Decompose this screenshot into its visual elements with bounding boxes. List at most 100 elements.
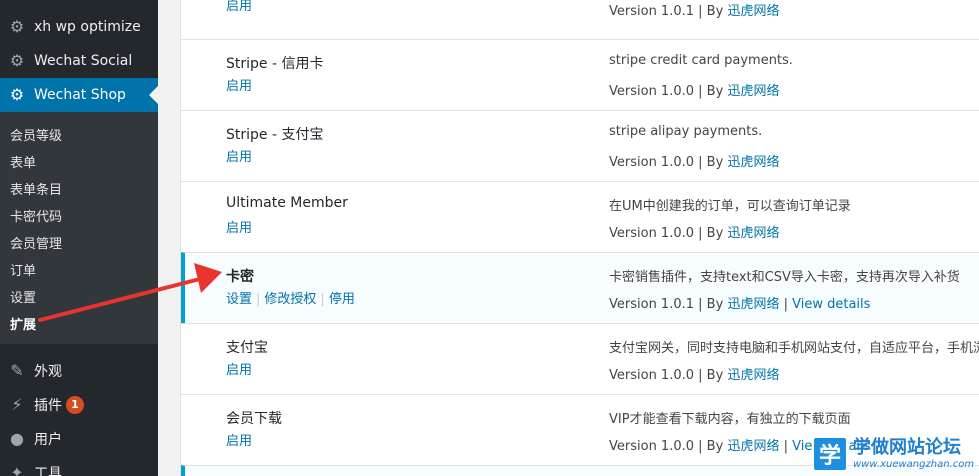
plugin-actions: 设置 | 修改授权 | 停用 [226,288,355,307]
plugin-name: Ultimate Member [226,195,348,211]
deactivate-link[interactable]: 停用 [329,292,355,307]
gear-icon: ⚙ [9,85,25,104]
author-link[interactable]: 迅虎网络 [727,297,779,312]
plugin-row: Stripe - 信用卡 启用 stripe credit card payme… [181,39,979,110]
meta-separator: | [783,439,793,454]
plugin-icon: ⚡ [11,395,23,414]
plugin-name: 会员下载 [226,411,282,427]
plugin-by: By [706,226,724,241]
paintbrush-icon: ✎ [10,361,24,380]
menu-label: Wechat Shop [34,87,126,103]
activate-link[interactable]: 启用 [226,150,252,165]
activate-link[interactable]: 启用 [226,434,252,449]
plugin-by: By [706,155,724,170]
plugin-row: 启用 Version 1.0.1 | By 迅虎网络 [181,0,979,31]
meta-separator: | [698,439,707,454]
submenu-forms[interactable]: 表单 [10,152,36,171]
plugin-actions: 启用 [226,217,252,236]
menu-label: xh wp optimize [34,19,141,35]
activate-link[interactable]: 启用 [226,363,252,378]
meta-separator: | [698,4,707,19]
action-separator: | [256,292,261,307]
gear-icon: ⚙ [9,17,25,36]
plugin-meta: Version 1.0.0 | By 迅虎网络 [609,222,779,241]
plugin-name: 卡密 [226,269,254,285]
meta-separator: | [698,368,707,383]
plugin-version: Version 1.0.0 [609,439,695,454]
author-link[interactable]: 迅虎网络 [727,84,779,99]
plugin-description: stripe alipay payments. [609,124,763,139]
submenu-member-level[interactable]: 会员等级 [10,125,62,144]
site-watermark: 学 学做网站论坛 www.xuewangzhan.com [812,432,979,476]
plugin-meta: Version 1.0.1 | By 迅虎网络 | View details [609,293,870,312]
menu-label: 用户 [34,432,62,448]
plugin-row: Stripe - 支付宝 启用 stripe alipay payments. … [181,110,979,181]
watermark-logo: 学 [812,436,848,472]
menu-wechat-social[interactable]: ⚙ Wechat Social [0,44,158,78]
submenu-extensions[interactable]: 扩展 [10,314,36,333]
menu-plugins[interactable]: ⚡ 插件 1 [0,388,158,422]
meta-separator: | [698,84,707,99]
plugin-meta: Version 1.0.1 | By 迅虎网络 [609,0,779,19]
view-details-link[interactable]: View details [792,297,870,312]
menu-label: 外观 [34,364,62,380]
watermark-url: www.xuewangzhan.com [853,459,975,470]
watermark-title: 学做网站论坛 [853,437,961,458]
plugin-by: By [706,297,724,312]
plugin-actions: 启用 [226,75,252,94]
plugin-row: 支付宝 启用 支付宝网关，同时支持电脑和手机网站支付，自适应平台，手机浏 Ver… [181,323,979,394]
plugin-by: By [706,84,724,99]
submenu-card-codes[interactable]: 卡密代码 [10,206,62,225]
plugin-by: By [706,439,724,454]
menu-label: Wechat Social [34,53,133,69]
wechat-shop-submenu: 会员等级 表单 表单条目 卡密代码 会员管理 订单 设置 扩展 [0,112,158,344]
plugin-actions: 启用 [226,0,252,14]
plugin-description: VIP才能查看下载内容，有独立的下载页面 [609,412,851,427]
submenu-settings[interactable]: 设置 [10,287,36,306]
author-link[interactable]: 迅虎网络 [727,4,779,19]
plugin-meta: Version 1.0.0 | By 迅虎网络 [609,151,779,170]
activate-link[interactable]: 启用 [226,79,252,94]
menu-label: 工具 [34,466,62,476]
modify-license-link[interactable]: 修改授权 [264,292,316,307]
plugin-version: Version 1.0.0 [609,226,695,241]
user-icon: ● [10,429,24,448]
menu-users[interactable]: ● 用户 [0,422,158,456]
plugin-by: By [706,368,724,383]
submenu-orders[interactable]: 订单 [10,260,36,279]
meta-separator: | [783,297,793,312]
submenu-member-management[interactable]: 会员管理 [10,233,62,252]
meta-separator: | [698,297,707,312]
author-link[interactable]: 迅虎网络 [727,155,779,170]
gear-icon: ⚙ [9,51,25,70]
plugin-actions: 启用 [226,430,252,449]
menu-wechat-shop[interactable]: ⚙ Wechat Shop [0,78,158,112]
submenu-form-entries[interactable]: 表单条目 [10,179,62,198]
author-link[interactable]: 迅虎网络 [727,368,779,383]
plugin-actions: 启用 [226,359,252,378]
plugin-list: 启用 Version 1.0.1 | By 迅虎网络 Stripe - 信用卡 … [180,0,979,476]
plugin-name: Stripe - 支付宝 [226,127,324,143]
menu-xh-wp-optimize[interactable]: ⚙ xh wp optimize [0,10,158,44]
plugin-description: 在UM中创建我的订单，可以查询订单记录 [609,199,851,214]
wrench-icon: ✦ [10,463,24,476]
activate-link[interactable]: 启用 [226,0,252,14]
plugin-row-active: 卡密 设置 | 修改授权 | 停用 卡密销售插件，支持text和CSV导入卡密，支持再次… [181,252,979,323]
menu-appearance[interactable]: ✎ 外观 [0,354,158,388]
menu-tools[interactable]: ✦ 工具 [0,456,158,476]
plugin-version: Version 1.0.0 [609,84,695,99]
author-link[interactable]: 迅虎网络 [727,226,779,241]
menu-label: 插件 [34,398,62,414]
activate-link[interactable]: 启用 [226,221,252,236]
plugin-name: Stripe - 信用卡 [226,56,324,72]
plugin-description: 支付宝网关，同时支持电脑和手机网站支付，自适应平台，手机浏 [609,341,979,356]
plugin-meta: Version 1.0.0 | By 迅虎网络 [609,80,779,99]
plugin-meta: Version 1.0.0 | By 迅虎网络 [609,364,779,383]
action-separator: | [320,292,325,307]
update-count-badge: 1 [66,396,84,414]
plugin-description: 卡密销售插件，支持text和CSV导入卡密，支持再次导入补货 [609,270,960,285]
author-link[interactable]: 迅虎网络 [727,439,779,454]
watermark-text: 学做网站论坛 www.xuewangzhan.com [853,437,974,471]
plugin-version: Version 1.0.0 [609,368,695,383]
settings-link[interactable]: 设置 [226,292,252,307]
